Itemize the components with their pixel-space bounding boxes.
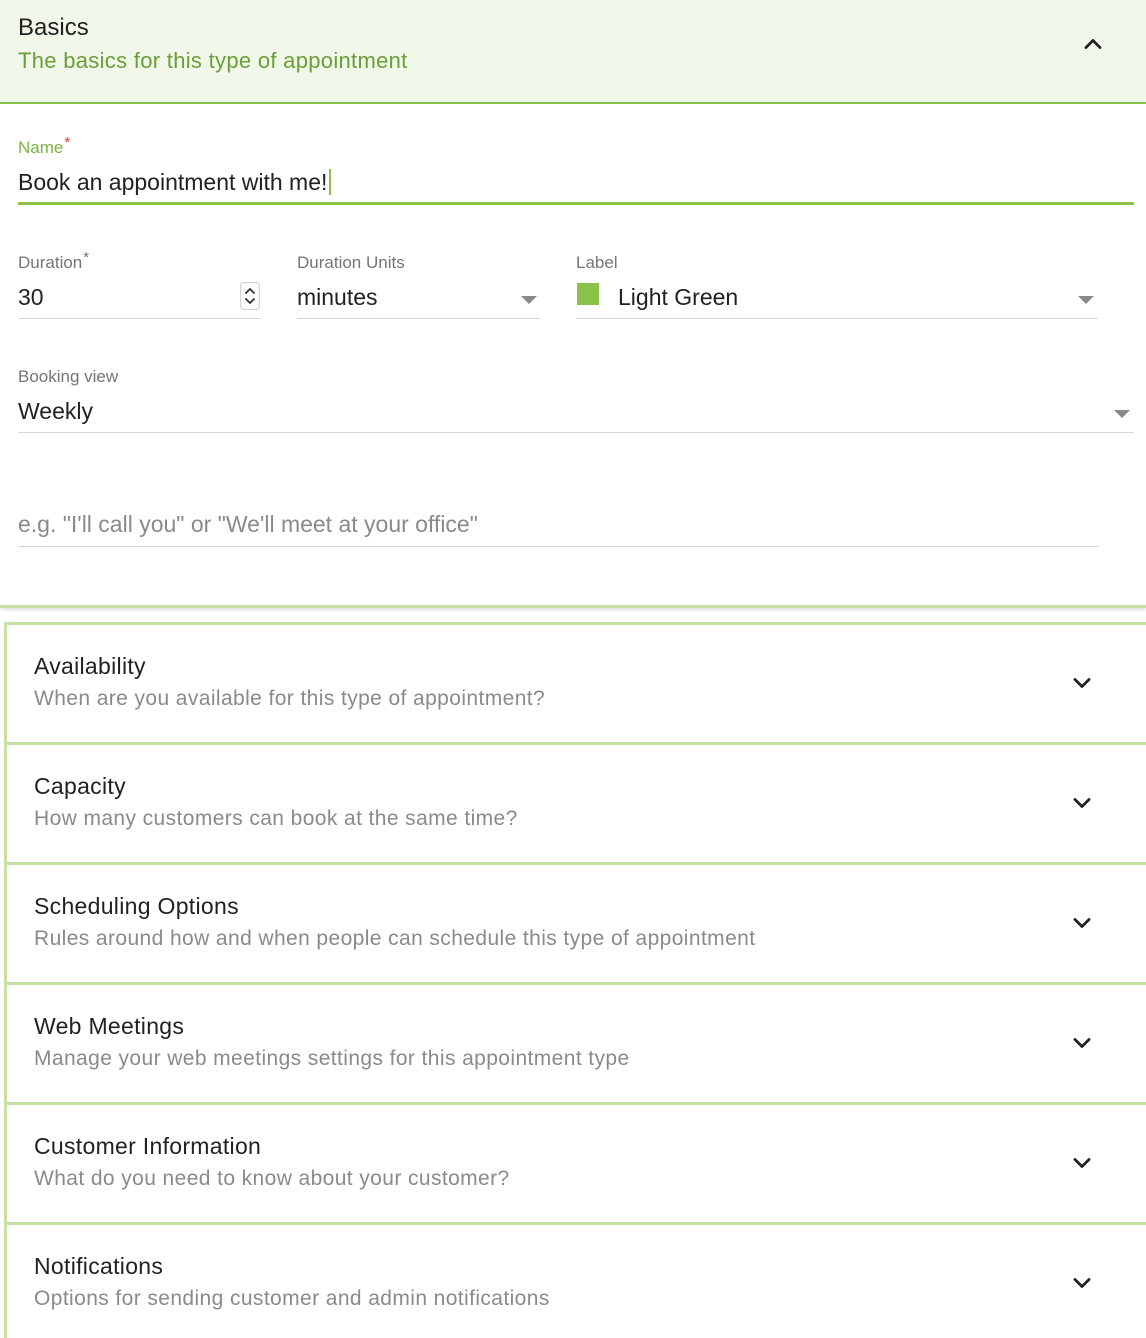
booking-view-label: Booking view (18, 367, 119, 386)
label-color-swatch (577, 283, 599, 305)
basics-section-header[interactable]: Basics The basics for this type of appoi… (0, 0, 1146, 104)
chevron-down-icon[interactable] (1068, 789, 1096, 817)
booking-view-select[interactable]: Weekly (18, 398, 93, 425)
panel-subtitle: Manage your web meetings settings for th… (34, 1047, 630, 1070)
duration-units-underline (297, 318, 540, 319)
panel-notifications[interactable]: Notifications Options for sending custom… (4, 1222, 1146, 1338)
text-cursor (329, 169, 332, 195)
chevron-down-icon[interactable] (1068, 1269, 1096, 1297)
duration-underline (18, 318, 261, 319)
caret-down-icon[interactable] (1078, 296, 1094, 304)
name-input[interactable]: Book an appointment with me! (18, 169, 332, 196)
basics-subtitle: The basics for this type of appointment (18, 48, 408, 73)
duration-input[interactable]: 30 (18, 284, 44, 311)
panel-customer-information[interactable]: Customer Information What do you need to… (4, 1102, 1146, 1222)
panel-title: Capacity (34, 773, 126, 799)
booking-view-underline (18, 432, 1134, 433)
duration-units-label: Duration Units (297, 253, 405, 272)
basics-title: Basics (18, 14, 89, 41)
panel-subtitle: Rules around how and when people can sch… (34, 927, 756, 950)
panel-scheduling-options[interactable]: Scheduling Options Rules around how and … (4, 862, 1146, 982)
duration-stepper[interactable] (240, 282, 260, 310)
panel-capacity[interactable]: Capacity How many customers can book at … (4, 742, 1146, 862)
label-select[interactable]: Light Green (618, 284, 738, 311)
panel-title: Scheduling Options (34, 893, 239, 919)
panel-subtitle: Options for sending customer and admin n… (34, 1287, 550, 1310)
caret-down-icon[interactable] (1114, 410, 1130, 418)
chevron-down-icon[interactable] (1068, 669, 1096, 697)
panel-title: Web Meetings (34, 1013, 185, 1039)
caret-down-icon[interactable] (521, 296, 537, 304)
panel-availability[interactable]: Availability When are you available for … (4, 622, 1146, 742)
panel-title: Customer Information (34, 1133, 262, 1159)
required-marker: * (64, 134, 71, 151)
panel-title: Notifications (34, 1253, 164, 1279)
chevron-down-icon[interactable] (1068, 909, 1096, 937)
label-underline (576, 318, 1098, 319)
label-field-label: Label (576, 253, 618, 272)
duration-field-label: Duration* (18, 249, 90, 272)
panel-web-meetings[interactable]: Web Meetings Manage your web meetings se… (4, 982, 1146, 1102)
name-input-underline (18, 202, 1134, 205)
chevron-down-icon[interactable] (1068, 1029, 1096, 1057)
chevron-down-icon[interactable] (1068, 1149, 1096, 1177)
panel-subtitle: When are you available for this type of … (34, 687, 546, 710)
panel-subtitle: How many customers can book at the same … (34, 807, 518, 830)
panel-title: Availability (34, 653, 146, 679)
required-marker: * (83, 249, 90, 266)
name-field-label: Name* (18, 134, 71, 157)
chevron-up-icon[interactable] (1079, 30, 1107, 58)
stepper-arrows-icon[interactable] (241, 283, 259, 309)
duration-units-select[interactable]: minutes (297, 284, 378, 311)
location-underline (18, 546, 1098, 547)
panel-subtitle: What do you need to know about your cust… (34, 1167, 510, 1190)
location-input[interactable]: e.g. "I'll call you" or "We'll meet at y… (18, 511, 478, 538)
